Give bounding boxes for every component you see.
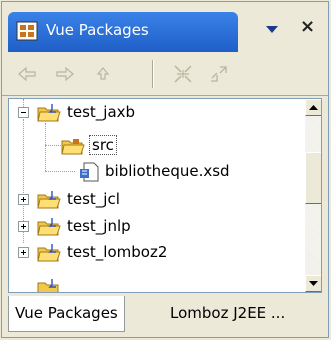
toolbar-separator <box>152 60 153 88</box>
tree-item-label: test_lomboz2 <box>67 243 168 261</box>
bottom-tab-bar: Vue Packages Lomboz J2EE ... <box>2 296 328 337</box>
source-folder-icon <box>61 139 85 155</box>
tree-item-test-jnlp[interactable]: test_jnlp <box>9 214 299 240</box>
arrow-right-icon[interactable] <box>54 63 76 85</box>
scrollbar-thumb[interactable] <box>305 152 321 204</box>
project-folder-icon <box>37 191 61 209</box>
tree-item-bibliotheque-xsd[interactable]: bibliotheque.xsd <box>9 159 299 185</box>
tree-item-test-jaxb[interactable]: test_jaxb <box>9 100 299 126</box>
scroll-down-button[interactable] <box>305 275 321 292</box>
project-folder-icon <box>37 244 61 262</box>
collapse-toggle[interactable] <box>18 107 29 118</box>
view-title: Vue Packages <box>46 21 149 39</box>
view-titlebar: Vue Packages × <box>2 2 328 52</box>
package-explorer-view: Vue Packages × test_jaxb src bibliothequ… <box>1 1 329 338</box>
project-folder-icon <box>37 279 59 292</box>
collapse-all-icon[interactable] <box>172 63 194 85</box>
link-editor-icon[interactable] <box>208 63 230 85</box>
view-toolbar <box>2 52 328 96</box>
arrow-down-icon <box>309 281 318 286</box>
tree-item-src[interactable]: src <box>9 133 299 159</box>
xsd-file-icon <box>80 162 99 182</box>
view-tab-active[interactable]: Vue Packages <box>8 12 238 52</box>
tab-vue-packages[interactable]: Vue Packages <box>8 296 125 332</box>
arrow-up-icon[interactable] <box>92 63 114 85</box>
vertical-scrollbar[interactable] <box>305 99 321 292</box>
close-icon[interactable]: × <box>300 16 315 37</box>
tree-item-partial[interactable] <box>9 272 299 292</box>
arrow-up-icon <box>309 105 318 110</box>
tree-item-label: test_jaxb <box>67 103 136 121</box>
tree-item-label: test_jcl <box>67 190 120 208</box>
tree-item-label: test_jnlp <box>67 217 131 235</box>
arrow-left-icon[interactable] <box>16 63 38 85</box>
tree-item-test-jcl[interactable]: test_jcl <box>9 187 299 213</box>
chevron-down-icon[interactable] <box>265 22 279 36</box>
tree-item-label: bibliotheque.xsd <box>105 162 230 180</box>
tree-item-label: src <box>89 135 117 155</box>
package-tree[interactable]: test_jaxb src bibliotheque.xsd test_jcl … <box>8 98 322 293</box>
tab-lomboz-j2ee[interactable]: Lomboz J2EE ... <box>164 296 291 332</box>
project-folder-icon <box>37 104 61 122</box>
tree-item-test-lomboz2[interactable]: test_lomboz2 <box>9 240 299 266</box>
project-folder-icon <box>37 218 61 236</box>
scroll-up-button[interactable] <box>305 99 321 116</box>
expand-toggle[interactable] <box>18 194 29 205</box>
expand-toggle[interactable] <box>18 247 29 258</box>
package-explorer-icon <box>16 21 38 41</box>
expand-toggle[interactable] <box>18 221 29 232</box>
